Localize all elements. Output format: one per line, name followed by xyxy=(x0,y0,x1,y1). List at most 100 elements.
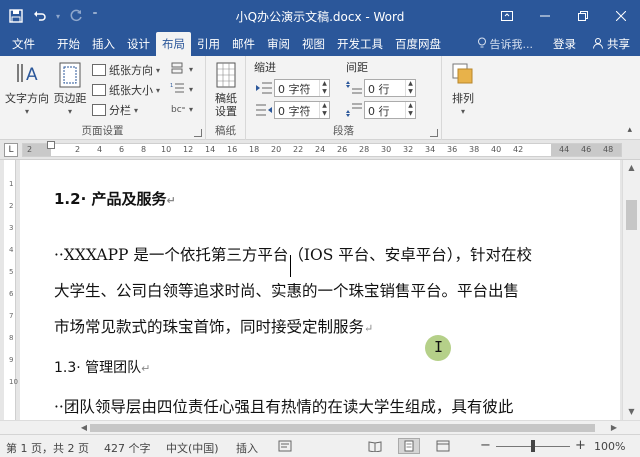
paragraph-line[interactable]: 市场常见款式的珠宝首饰，同时接受定制服务↵ xyxy=(54,315,373,337)
draft-paper-label: 稿纸 设置 xyxy=(215,92,237,118)
share-label: 共享 xyxy=(607,37,630,51)
page-count[interactable]: 第 1 页，共 2 页 xyxy=(6,440,89,456)
close-icon[interactable] xyxy=(602,0,640,32)
vertical-ruler-number: 3 xyxy=(9,224,14,232)
indent-left-icon xyxy=(256,81,272,95)
spin-arrows-icon[interactable]: ▲ ▼ xyxy=(405,80,415,96)
chevron-down-icon: ▾ xyxy=(460,107,465,116)
scroll-up-icon[interactable]: ▲ xyxy=(623,160,640,176)
chevron-down-icon: ▾ xyxy=(134,105,139,115)
spacing-after-icon xyxy=(346,103,362,117)
indent-left-input[interactable]: 0 字符 ▲ ▼ xyxy=(274,79,330,97)
tab-review[interactable]: 审阅 xyxy=(261,32,296,56)
orientation-button[interactable]: 纸张方向 ▾ xyxy=(92,62,160,78)
group-arrange: 排列 ▾ xyxy=(442,56,482,140)
indent-marker-icon[interactable] xyxy=(47,141,55,149)
paragraph-line[interactable]: ··XXXAPP 是一个依托第三方平台（IOS 平台、安卓平台），针对在校 xyxy=(54,243,532,265)
indent-left-value: 0 字符 xyxy=(278,83,311,96)
web-layout-icon[interactable] xyxy=(436,440,450,452)
tab-layout[interactable]: 布局 xyxy=(156,32,191,56)
login-link[interactable]: 登录 xyxy=(543,36,586,52)
tab-design[interactable]: 设计 xyxy=(121,32,156,56)
minimize-icon[interactable] xyxy=(526,0,564,32)
horizontal-scrollbar[interactable]: ◀ ▶ xyxy=(0,420,640,434)
spacing-before-input[interactable]: 0 行 ▲ ▼ xyxy=(364,79,416,97)
text-direction-button[interactable]: A 文字方向 ▾ xyxy=(3,60,51,118)
read-mode-icon[interactable] xyxy=(368,440,382,453)
hyphenation-button[interactable]: bc ▾ xyxy=(170,102,193,117)
print-layout-icon[interactable] xyxy=(398,438,420,454)
tab-baidu-netdisk[interactable]: 百度网盘 xyxy=(389,32,447,56)
vertical-ruler[interactable]: 1 2 3 4 5 6 7 8 9 10 xyxy=(0,160,18,434)
paragraph-mark: ↵ xyxy=(364,322,374,335)
tab-home[interactable]: 开始 xyxy=(51,32,86,56)
spin-arrows-icon[interactable]: ▲ ▼ xyxy=(405,102,415,118)
group-label-page-setup: 页面设置 xyxy=(81,125,124,137)
chevron-down-icon: ▾ xyxy=(156,85,161,95)
paragraph-launcher-icon[interactable] xyxy=(430,129,438,137)
spin-arrows-icon[interactable]: ▲ ▼ xyxy=(319,102,329,118)
spacing-title: 间距 xyxy=(346,61,368,74)
scroll-right-icon[interactable]: ▶ xyxy=(606,421,622,435)
ribbon-display-icon[interactable] xyxy=(488,0,526,32)
horizontal-scroll-thumb[interactable] xyxy=(90,424,595,432)
breaks-button[interactable]: ▾ xyxy=(170,62,193,77)
indent-right-input[interactable]: 0 字符 ▲ ▼ xyxy=(274,101,330,119)
spin-arrows-icon[interactable]: ▲ ▼ xyxy=(319,80,329,96)
ruler-number: 42 xyxy=(513,145,524,154)
subheading-management-team[interactable]: 1.3· 管理团队↵ xyxy=(54,357,150,377)
horizontal-ruler[interactable]: L 2 2 4 6 8 10 12 14 16 18 20 22 24 26 2… xyxy=(0,140,640,160)
columns-button[interactable]: 分栏 ▾ xyxy=(92,102,138,118)
spacing-after-input[interactable]: 0 行 ▲ ▼ xyxy=(364,101,416,119)
vertical-scroll-thumb[interactable] xyxy=(626,200,637,230)
tab-file[interactable]: 文件 xyxy=(0,32,51,56)
language-indicator[interactable]: 中文(中国) xyxy=(166,440,219,456)
word-count[interactable]: 427 个字 xyxy=(104,440,151,456)
group-draft-paper: 稿纸 设置 稿纸 xyxy=(206,56,246,140)
size-button[interactable]: 纸张大小 ▾ xyxy=(92,82,160,98)
margins-button[interactable]: 页边距 ▾ xyxy=(52,60,88,118)
paragraph-line[interactable]: ··团队领导层由四位责任心强且有热情的在读大学生组成，具有彼此 xyxy=(54,395,513,417)
heading-product-services[interactable]: 1.2· 产品及服务↵ xyxy=(54,188,176,209)
vertical-ruler-number: 10 xyxy=(9,378,18,386)
spacing-before-value: 0 行 xyxy=(368,83,390,96)
arrange-icon xyxy=(448,60,478,90)
tab-developer[interactable]: 开发工具 xyxy=(331,32,389,56)
chevron-down-icon: ▾ xyxy=(189,85,194,94)
ruler-number: 36 xyxy=(447,145,458,154)
ruler-number: 48 xyxy=(603,145,614,154)
svg-text:bc: bc xyxy=(171,105,182,114)
line-numbers-button[interactable]: 1 ▾ xyxy=(170,82,193,97)
share-button[interactable]: 共享 xyxy=(586,36,640,52)
tab-insert[interactable]: 插入 xyxy=(86,32,121,56)
ruler-number: 18 xyxy=(249,145,260,154)
chevron-down-icon: ▾ xyxy=(67,107,72,116)
zoom-slider-thumb[interactable] xyxy=(531,440,535,452)
macro-record-icon[interactable] xyxy=(278,440,292,452)
tab-references[interactable]: 引用 xyxy=(191,32,226,56)
insert-mode[interactable]: 插入 xyxy=(236,440,258,456)
vertical-scrollbar[interactable]: ▲ ▼ xyxy=(622,160,640,420)
restore-icon[interactable] xyxy=(564,0,602,32)
mouse-cursor-icon: I xyxy=(425,335,451,361)
vertical-ruler-number: 8 xyxy=(9,334,14,342)
page-setup-launcher-icon[interactable] xyxy=(194,129,202,137)
tell-me-box[interactable]: 告诉我... xyxy=(467,36,544,52)
arrange-button[interactable]: 排列 ▾ xyxy=(446,60,480,118)
zoom-in-button[interactable]: + xyxy=(575,438,586,453)
zoom-level[interactable]: 100% xyxy=(594,440,625,453)
indent-right-icon xyxy=(256,103,272,117)
document-page[interactable]: 1.2· 产品及服务↵ ··XXXAPP 是一个依托第三方平台（IOS 平台、安… xyxy=(20,160,620,420)
tab-selector-icon[interactable]: L xyxy=(4,143,18,157)
draft-paper-button[interactable]: 稿纸 设置 xyxy=(210,60,242,118)
tab-view[interactable]: 视图 xyxy=(296,32,331,56)
paragraph-line[interactable]: 大学生、公司白领等追求时尚、实惠的一个珠宝销售平台。平台出售 xyxy=(54,279,519,301)
scroll-down-icon[interactable]: ▼ xyxy=(623,404,640,420)
zoom-out-button[interactable]: − xyxy=(480,438,491,453)
tab-mailings[interactable]: 邮件 xyxy=(226,32,261,56)
group-paragraph: 缩进 间距 0 字符 ▲▼ 0 字符 ▲▼ 0 行 ▲▼ 0 行 ▲▼ xyxy=(246,56,442,140)
ruler-number: 10 xyxy=(161,145,172,154)
ruler-number: 14 xyxy=(205,145,216,154)
collapse-ribbon-icon[interactable]: ▴ xyxy=(627,125,632,135)
ruler-number: 46 xyxy=(581,145,592,154)
